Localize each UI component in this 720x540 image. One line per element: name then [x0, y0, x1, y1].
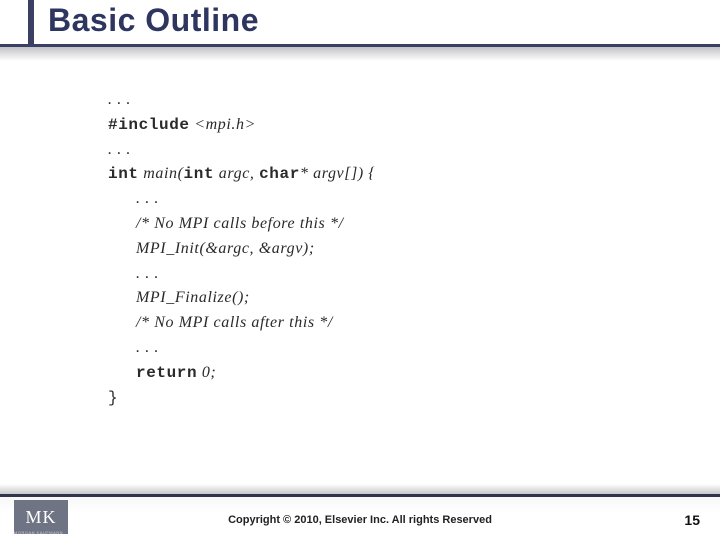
page-number: 15 [684, 512, 700, 528]
code-text: * argv[]) { [300, 165, 376, 182]
slide-title: Basic Outline [48, 2, 259, 39]
logo-subtext: MORGAN KAUFMANN [14, 530, 63, 535]
code-comment: /* No MPI calls after this */ [108, 311, 333, 336]
copyright-text: Copyright © 2010, Elsevier Inc. All righ… [0, 514, 720, 526]
kw-char: char [259, 165, 300, 183]
kw-return: return [136, 364, 197, 382]
code-line: . . . [108, 141, 131, 158]
header-accent-vertical [28, 0, 34, 44]
code-text: main( [139, 165, 184, 182]
code-line: return 0; [108, 364, 216, 381]
code-text: <mpi.h> [190, 116, 256, 133]
code-line: . . . [108, 262, 159, 287]
code-line: . . . [108, 91, 131, 108]
code-line: . . . [108, 336, 159, 361]
code-line: MPI_Finalize(); [108, 286, 250, 311]
code-text: argc, [214, 165, 259, 182]
code-line: int main(int argc, char* argv[]) { [108, 165, 375, 182]
kw-int: int [108, 165, 139, 183]
kw-int: int [184, 165, 215, 183]
header: Basic Outline [0, 0, 720, 70]
slide: Basic Outline . . . #include <mpi.h> . .… [0, 0, 720, 540]
footer: MK MORGAN KAUFMANN Copyright © 2010, Els… [0, 494, 720, 540]
code-line: #include <mpi.h> [108, 116, 256, 133]
code-comment: /* No MPI calls before this */ [108, 212, 344, 237]
code-line: MPI_Init(&argc, &argv); [108, 237, 315, 262]
kw-include: #include [108, 116, 190, 134]
header-fade [0, 47, 720, 61]
code-line: } [108, 389, 118, 407]
code-text: 0; [197, 364, 216, 381]
code-line: . . . [108, 187, 159, 212]
code-block: . . . #include <mpi.h> . . . int main(in… [108, 88, 628, 410]
